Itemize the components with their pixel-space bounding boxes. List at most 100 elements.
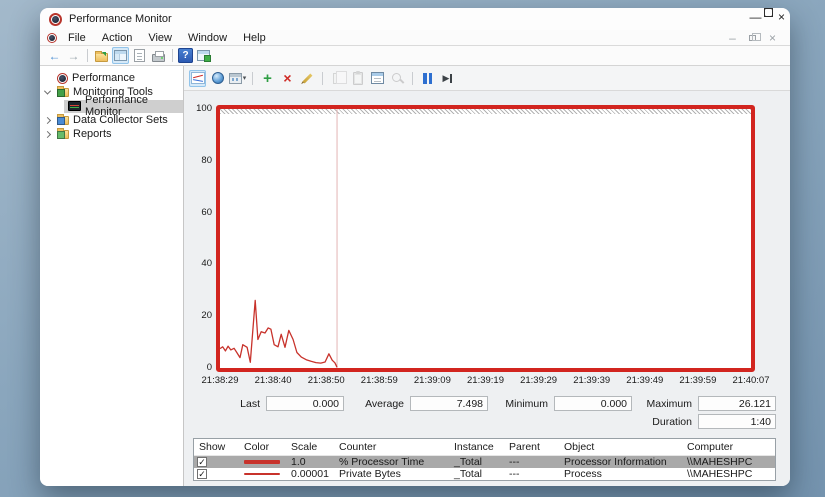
mmc-close-icon[interactable]: × [764, 29, 781, 46]
properties-icon[interactable] [369, 70, 386, 87]
toolbar-separator [252, 72, 253, 85]
chart-toolbar: ▾ +× ▶ [184, 66, 790, 91]
duration-row: Duration 1:40 [644, 414, 776, 429]
help-icon[interactable]: ? [178, 48, 193, 63]
forward-icon[interactable]: → [65, 47, 82, 64]
counter-color-swatch [244, 460, 280, 464]
x-tick-label: 21:39:39 [573, 375, 610, 386]
sidebar-item-label: Data Collector Sets [73, 114, 168, 126]
legend-cell-parent: --- [504, 468, 559, 480]
legend-cell-scale: 0.00001 [286, 468, 334, 480]
delete-counter-icon[interactable]: × [279, 70, 296, 87]
legend-column-computer[interactable]: Computer [682, 441, 775, 453]
x-axis: 21:38:2921:38:4021:38:5021:38:5921:39:09… [184, 375, 790, 387]
sidebar-item-performance-monitor[interactable]: Performance Monitor [40, 99, 183, 113]
legend-cell-counter: Private Bytes [334, 468, 449, 480]
menu-view[interactable]: View [140, 32, 180, 44]
y-tick-label: 60 [186, 207, 212, 218]
duration-value: 1:40 [698, 414, 776, 429]
console-app-icon [47, 33, 57, 43]
minimum-label: Minimum [500, 398, 548, 410]
legend-header-row: ShowColorScaleCounterInstanceParentObjec… [194, 439, 775, 456]
export-list-icon[interactable] [93, 47, 110, 64]
x-tick-label: 21:38:59 [361, 375, 398, 386]
legend-cell-object: Processor Information [559, 456, 682, 468]
highlight-icon[interactable] [299, 70, 316, 87]
chevron-down-icon[interactable] [44, 87, 51, 94]
legend-column-parent[interactable]: Parent [504, 441, 559, 453]
x-tick-label: 21:40:07 [733, 375, 770, 386]
legend-column-object[interactable]: Object [559, 441, 682, 453]
app-window: Performance Monitor —× FileActionViewWin… [40, 8, 790, 486]
average-label: Average [356, 398, 404, 410]
counter-color-swatch [244, 473, 280, 475]
change-graph-type-icon[interactable]: ▾ [229, 70, 246, 87]
legend-column-color[interactable]: Color [239, 441, 286, 453]
average-value: 7.498 [410, 396, 488, 411]
legend-cell-instance: _Total [449, 456, 504, 468]
maximum-value: 26.121 [698, 396, 776, 411]
sidebar-item-label: Performance [72, 72, 135, 84]
legend-row[interactable]: ✓1.0% Processor Time_Total---Processor I… [194, 456, 775, 468]
y-tick-label: 40 [186, 258, 212, 269]
folder-reports-icon [57, 130, 69, 139]
chevron-right-icon[interactable] [44, 116, 51, 123]
x-tick-label: 21:38:40 [255, 375, 292, 386]
menu-help[interactable]: Help [235, 32, 274, 44]
menu-bar: FileActionViewWindowHelp – × [40, 30, 790, 46]
freeze-display-icon[interactable] [419, 70, 436, 87]
toolbar-separator [87, 49, 88, 62]
new-window-icon[interactable] [195, 47, 212, 64]
menu-window[interactable]: Window [180, 32, 235, 44]
legend-column-scale[interactable]: Scale [286, 441, 334, 453]
sidebar-item-label: Reports [73, 128, 112, 140]
legend-cell-parent: --- [504, 456, 559, 468]
desktop-background: Performance Monitor —× FileActionViewWin… [0, 0, 825, 497]
legend-column-show[interactable]: Show [194, 441, 239, 453]
sidebar-item-data-collector-sets[interactable]: Data Collector Sets [40, 113, 183, 127]
y-tick-label: 20 [186, 310, 212, 321]
toolbar-separator [172, 49, 173, 62]
show-console-tree-icon[interactable] [112, 47, 129, 64]
show-counter-checkbox[interactable]: ✓ [197, 457, 207, 467]
x-tick-label: 21:38:50 [308, 375, 345, 386]
chevron-right-icon[interactable] [44, 130, 51, 137]
copy-properties-icon [329, 70, 346, 87]
plot-area[interactable] [220, 109, 751, 368]
properties-window-icon[interactable] [131, 47, 148, 64]
perfmon-app-icon [57, 73, 68, 84]
sidebar-item-reports[interactable]: Reports [40, 127, 183, 141]
maximum-label: Maximum [644, 398, 692, 410]
close-button[interactable]: × [773, 8, 790, 25]
chevron-down-icon: ▾ [243, 74, 247, 82]
back-icon[interactable]: ← [46, 47, 63, 64]
console-tree-panel: PerformanceMonitoring ToolsPerformance M… [40, 66, 184, 486]
stats-row: Last 0.000 Average 7.498 Minimum 0.000 M… [212, 396, 776, 411]
print-icon[interactable] [150, 47, 167, 64]
menu-items: FileActionViewWindowHelp [60, 32, 274, 44]
x-tick-label: 21:39:49 [626, 375, 663, 386]
x-tick-label: 21:39:59 [679, 375, 716, 386]
minimum-value: 0.000 [554, 396, 632, 411]
toolbar-separator [412, 72, 413, 85]
minimize-button[interactable]: — [747, 8, 764, 25]
sidebar-item-performance[interactable]: Performance [40, 71, 183, 85]
duration-label: Duration [644, 416, 692, 428]
maximize-button[interactable] [764, 8, 773, 17]
update-data-icon[interactable]: ▶ [439, 70, 456, 87]
mmc-restore-icon[interactable] [749, 35, 756, 41]
add-counter-icon[interactable]: + [259, 70, 276, 87]
legend-row[interactable]: ✓0.00001Private Bytes_Total---Process\\M… [194, 468, 775, 480]
performance-monitor-panel: ▾+×▶ 100806040200 21:38:2921:38:4021:38:… [184, 66, 790, 486]
show-counter-checkbox[interactable]: ✓ [197, 469, 207, 479]
toolbar-separator [322, 72, 323, 85]
y-axis: 100806040200 [184, 66, 214, 486]
mmc-minimize-icon[interactable]: – [724, 29, 741, 46]
legend-column-instance[interactable]: Instance [449, 441, 504, 453]
menu-action[interactable]: Action [94, 32, 141, 44]
performance-monitor-icon [68, 101, 81, 111]
title-bar[interactable]: Performance Monitor —× [40, 8, 790, 30]
y-tick-label: 0 [186, 362, 212, 373]
legend-column-counter[interactable]: Counter [334, 441, 449, 453]
menu-file[interactable]: File [60, 32, 94, 44]
